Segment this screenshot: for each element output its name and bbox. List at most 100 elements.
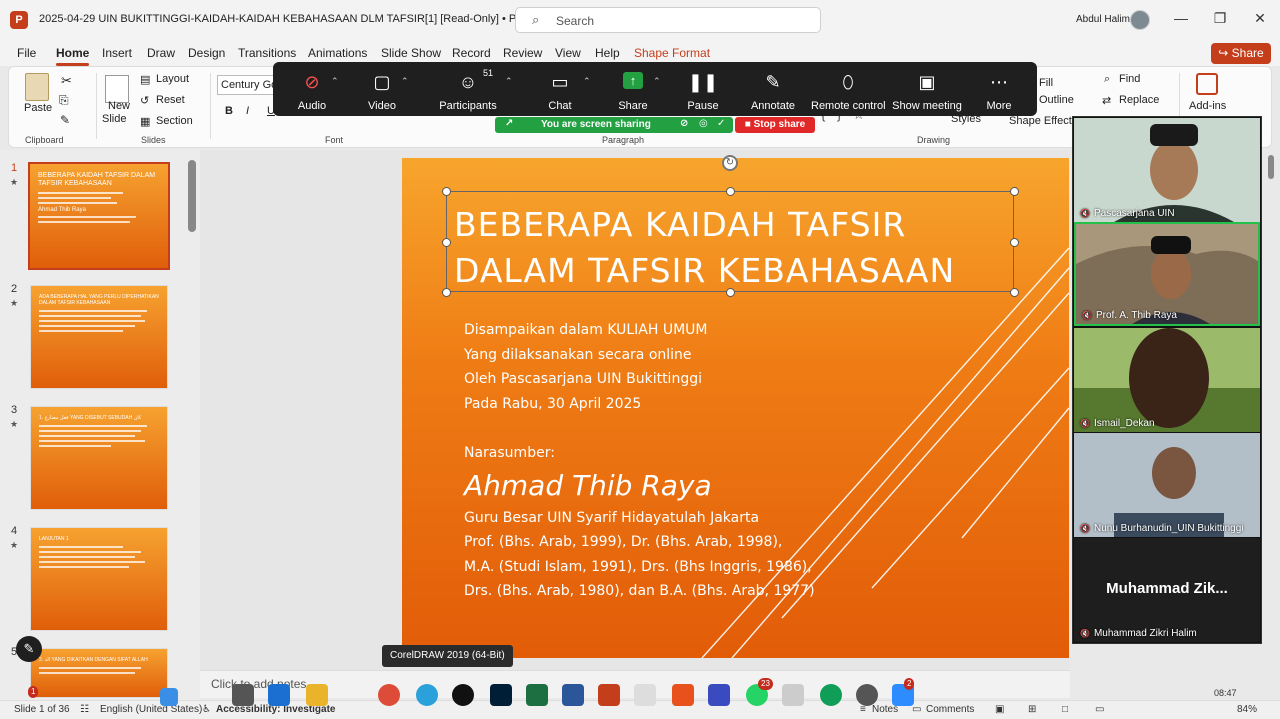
chevron-down-icon[interactable]: ⌃ [331,76,339,87]
paste-icon[interactable] [25,73,49,101]
avatar[interactable] [1130,10,1150,30]
slide-thumbnail-5[interactable]: 2. اله YANG DIKAITKAN DENGAN SIFAT ALLAH [30,648,168,698]
slideshow-icon[interactable]: ▭ [1095,704,1104,715]
tab-view[interactable]: View [555,46,581,60]
find-button[interactable]: Find [1119,73,1140,85]
close-button[interactable]: ✕ [1250,10,1270,27]
add-ins-button[interactable]: Add-ins [1189,100,1226,112]
chrome-icon[interactable] [820,684,842,706]
app-icon[interactable] [782,684,804,706]
video-panel-scrollbar[interactable] [1268,155,1274,179]
tab-shape-format[interactable]: Shape Format [634,46,710,60]
add-ins-icon[interactable] [1196,73,1218,95]
italic-button[interactable]: I [246,105,249,117]
new-slide-label-2[interactable]: Slide [102,113,126,125]
folder-icon[interactable] [306,684,328,706]
app-icon[interactable] [672,684,694,706]
app-icon[interactable] [634,684,656,706]
tab-review[interactable]: Review [503,46,542,60]
resize-handle[interactable] [726,187,735,196]
tab-help[interactable]: Help [595,46,620,60]
video-button[interactable]: ▢ Video [357,62,407,116]
shape-effects-button[interactable]: Shape Effects [1009,115,1077,127]
restore-button[interactable]: ❐ [1210,10,1230,27]
resize-handle[interactable] [442,238,451,247]
comments-icon[interactable]: ▭ [912,704,921,715]
telegram-icon[interactable] [416,684,438,706]
video-tile[interactable]: Ismail_Dekan [1074,328,1260,432]
chevron-down-icon[interactable]: ⌃ [401,76,409,87]
resize-handle[interactable] [1010,238,1019,247]
tab-transitions[interactable]: Transitions [238,46,296,60]
find-icon[interactable]: ⌕ [1104,73,1110,86]
bold-button[interactable]: B [225,105,233,117]
more-button[interactable]: ⋯ More [973,62,1025,116]
layout-button[interactable]: Layout [156,73,189,85]
chrome-icon[interactable] [378,684,400,706]
chevron-down-icon[interactable]: ⌃ [583,76,591,87]
cut-icon[interactable]: ✂ [61,73,72,89]
share-screen-button[interactable]: ↑ Share [608,62,658,116]
slide-thumbnail-4[interactable]: LANJUTAN 1 [30,527,168,631]
new-slide-label[interactable]: New [108,100,130,112]
language-status[interactable]: English (United States) [100,704,202,715]
video-tile[interactable]: Nunu Burhanudin_UIN Bukittinggi [1074,433,1260,537]
app-icon[interactable] [856,684,878,706]
copy-icon[interactable]: ⎘ [59,93,69,108]
zoom-level[interactable]: 84% [1237,704,1257,715]
reset-icon[interactable]: ↺ [140,94,149,107]
pause-share-button[interactable]: ❚❚ Pause [678,62,728,116]
slide-thumbnail-2[interactable]: ADA BEBERAPA HAL YANG PERLU DIPERHATIKAN… [30,285,168,389]
chat-button[interactable]: ▭ Chat [535,62,585,116]
rotate-handle-icon[interactable]: ↻ [722,155,738,171]
section-button[interactable]: Section [156,115,193,127]
video-tile-active-speaker[interactable]: Prof. A. Thib Raya [1074,222,1260,326]
coreldraw-icon[interactable] [452,684,474,706]
chevron-down-icon[interactable]: ⌃ [653,76,661,87]
section-icon[interactable]: ▦ [140,115,150,128]
layout-icon[interactable]: ▤ [140,73,150,86]
app-icon[interactable] [232,684,254,706]
video-tile[interactable]: Muhammad Zik... Muhammad Zikri Halim [1074,538,1260,642]
new-slide-icon[interactable] [105,75,129,103]
excel-icon[interactable] [526,684,548,706]
slide-thumbnail-3[interactable]: 1. فعل مضارع YANG DISEBUT SEBUDAH كان [30,406,168,510]
photoshop-icon[interactable] [490,684,512,706]
show-meeting-button[interactable]: ▣ Show meeting [891,62,963,116]
tab-slide-show[interactable]: Slide Show [381,46,441,60]
reset-button[interactable]: Reset [156,94,185,106]
slide-thumbnail-1[interactable]: BEBERAPA KAIDAH TAFSIR DALAM TAFSIR KEBA… [28,162,170,270]
tab-animations[interactable]: Animations [308,46,367,60]
annotate-button[interactable]: ✎ Annotate [745,62,801,116]
mic-muted-icon[interactable]: ⊘ [680,118,688,129]
slide-sorter-icon[interactable]: ⊞ [1028,704,1036,715]
replace-button[interactable]: Replace [1119,94,1159,106]
tab-home[interactable]: Home [56,46,90,66]
audio-button[interactable]: ⊘ Audio [287,62,337,116]
resize-handle[interactable] [1010,187,1019,196]
chevron-down-icon[interactable]: ⌃ [505,76,513,87]
font-name-select[interactable]: Century Got [217,75,279,95]
shield-icon[interactable]: ✓ [717,118,725,129]
comments-button[interactable]: Comments [926,704,974,715]
stop-share-button[interactable]: ■ Stop share [735,117,815,133]
paste-label[interactable]: Paste [24,102,52,114]
participants-button[interactable]: ☺ 51 Participants [433,62,503,116]
resize-handle[interactable] [1010,288,1019,297]
tab-insert[interactable]: Insert [102,46,132,60]
windows-start-icon[interactable] [160,688,178,706]
user-name[interactable]: Abdul Halim [1076,14,1130,25]
mail-icon[interactable] [268,684,290,706]
search-input[interactable]: ⌕ Search [515,7,821,33]
accessibility-icon[interactable]: ♿ [202,704,211,715]
normal-view-icon[interactable]: ▣ [995,704,1004,715]
app-icon[interactable] [708,684,730,706]
word-icon[interactable] [562,684,584,706]
shape-fill-button[interactable]: Fill [1039,77,1053,89]
tab-record[interactable]: Record [452,46,491,60]
record-icon[interactable]: ◎ [699,118,708,129]
video-tile[interactable]: Pascasarjana UIN [1074,118,1260,222]
edit-pen-icon[interactable]: ✎ [16,636,42,662]
thumbnail-scrollbar[interactable] [188,160,196,232]
shape-outline-button[interactable]: Outline [1039,94,1074,106]
